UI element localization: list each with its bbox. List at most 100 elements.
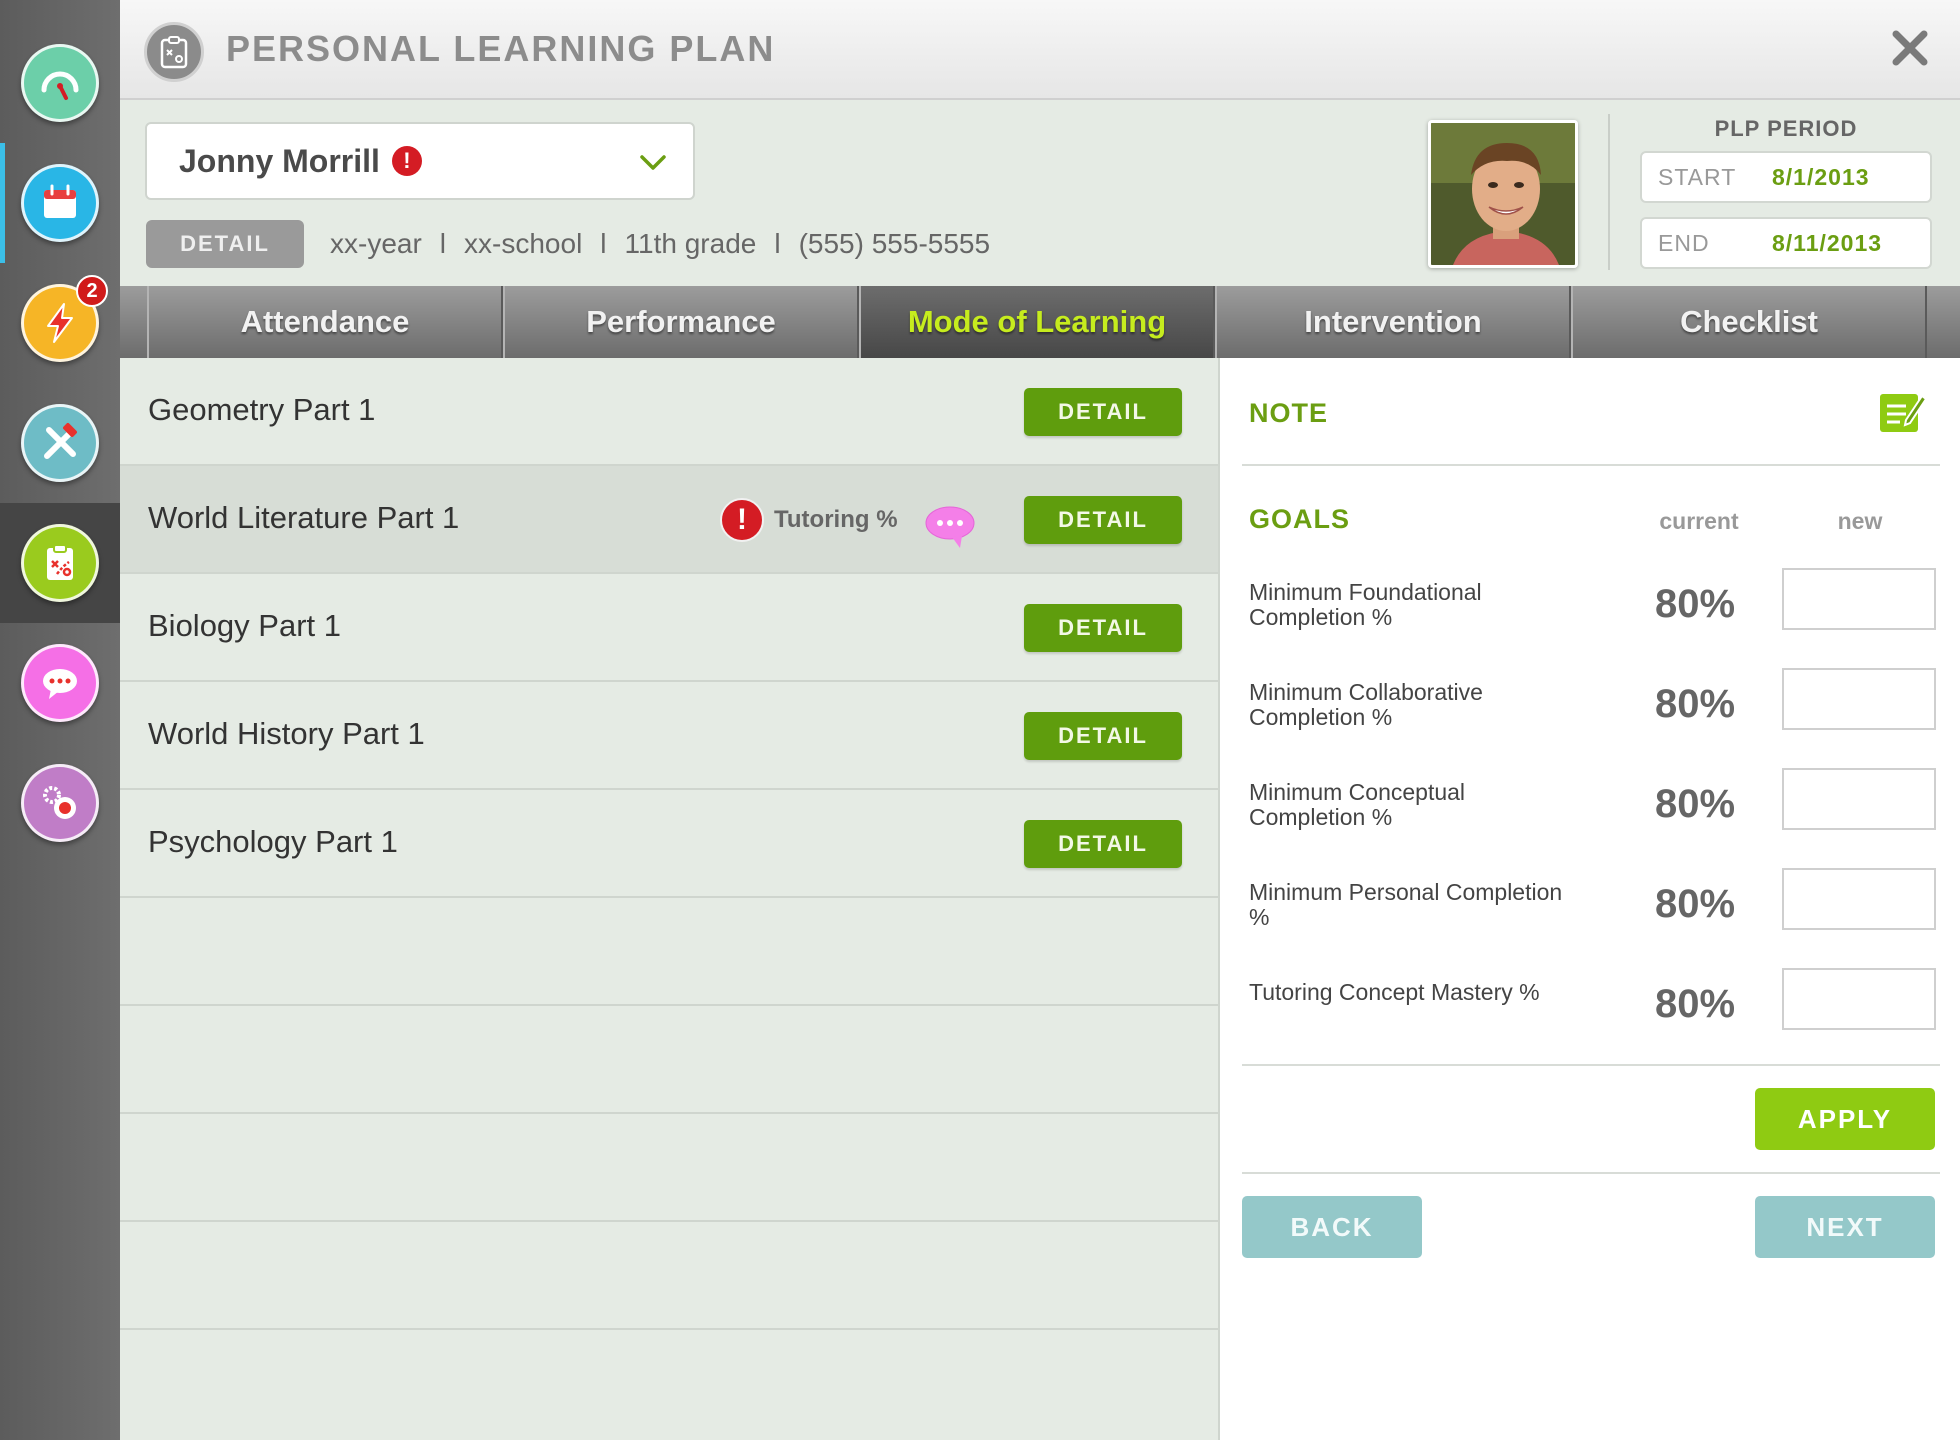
separator: l [600, 228, 607, 259]
note-title: NOTE [1249, 398, 1329, 428]
edit-note-icon[interactable] [1876, 386, 1928, 438]
end-date-value: 8/11/2013 [1772, 229, 1883, 256]
goal-row: Minimum Conceptual Completion % 80% [1220, 768, 1960, 874]
tab-performance[interactable]: Performance [503, 286, 859, 358]
goal-current-value: 80% [1654, 682, 1736, 726]
list-item: Psychology Part 1 DETAIL [120, 790, 1218, 898]
start-date-field[interactable]: START 8/1/2013 [1640, 151, 1932, 203]
goal-new-input[interactable] [1782, 768, 1936, 830]
tools-icon [21, 404, 99, 482]
empty-row [120, 898, 1218, 1006]
page-title: PERSONAL LEARNING PLAN [226, 28, 776, 69]
flag-text: Tutoring % [774, 506, 898, 533]
student-photo [1428, 120, 1578, 268]
student-grade: 11th grade [624, 228, 757, 259]
list-item: Geometry Part 1 DETAIL [120, 358, 1218, 466]
apply-button[interactable]: APPLY [1755, 1088, 1935, 1150]
goal-new-input[interactable] [1782, 968, 1936, 1030]
end-date-label: END [1658, 229, 1710, 256]
sidebar-item-calendar[interactable] [0, 143, 120, 263]
detail-button[interactable]: DETAIL [1024, 388, 1182, 436]
course-name: Biology Part 1 [148, 608, 341, 643]
goal-new-input[interactable] [1782, 568, 1936, 630]
empty-row [120, 1114, 1218, 1222]
list-item: World Literature Part 1 ! Tutoring % DET… [120, 466, 1218, 574]
detail-button[interactable]: DETAIL [1024, 496, 1182, 544]
start-date-value: 8/1/2013 [1772, 163, 1870, 190]
goal-row: Minimum Collaborative Completion % 80% [1220, 668, 1960, 774]
clipboard-icon [21, 524, 99, 602]
goal-current-value: 80% [1654, 882, 1736, 926]
chevron-down-icon [640, 155, 666, 170]
next-button[interactable]: NEXT [1755, 1196, 1935, 1258]
list-item: World History Part 1 DETAIL [120, 682, 1218, 790]
sidebar-item-dashboard[interactable] [0, 23, 120, 143]
calendar-icon [21, 164, 99, 242]
goal-current-value: 80% [1654, 582, 1736, 626]
course-name: Geometry Part 1 [148, 392, 376, 427]
chat-icon[interactable] [924, 504, 976, 548]
goal-label: Minimum Foundational Completion % [1249, 579, 1482, 630]
divider [1242, 1064, 1940, 1066]
course-name: Psychology Part 1 [148, 824, 398, 859]
current-column-header: current [1659, 508, 1739, 534]
detail-button[interactable]: DETAIL [1024, 712, 1182, 760]
list-item: Biology Part 1 DETAIL [120, 574, 1218, 682]
new-column-header: new [1837, 508, 1883, 534]
tab-bar: Attendance Performance Mode of Learning … [120, 286, 1960, 358]
student-school: xx-school [464, 228, 583, 259]
separator: l [439, 228, 447, 259]
notification-badge: 2 [76, 275, 108, 307]
student-meta: xx-year l xx-school l 11th grade l (555) 555-5… [330, 228, 990, 260]
divider [1608, 114, 1610, 270]
goal-label: Tutoring Concept Mastery % [1249, 979, 1540, 1005]
sidebar-item-tools[interactable] [0, 383, 120, 503]
plp-period-title: PLP PERIOD [1714, 116, 1858, 141]
clipboard-icon [144, 22, 204, 82]
tab-mode-of-learning[interactable]: Mode of Learning [859, 286, 1215, 358]
alert-icon: ! [720, 498, 764, 542]
goal-label: Minimum Conceptual Completion % [1249, 779, 1466, 830]
student-detail-button[interactable]: DETAIL [146, 220, 304, 268]
back-button[interactable]: BACK [1242, 1196, 1422, 1258]
tab-checklist[interactable]: Checklist [1571, 286, 1927, 358]
goal-new-input[interactable] [1782, 668, 1936, 730]
goal-row: Tutoring Concept Mastery % 80% [1220, 968, 1960, 1074]
separator: l [774, 228, 781, 259]
sidebar-item-messages[interactable] [0, 623, 120, 743]
sidebar: 2 [0, 0, 120, 1440]
divider [1242, 464, 1940, 466]
student-year: xx-year [330, 228, 422, 259]
goal-label: Minimum Collaborative Completion % [1249, 679, 1483, 730]
gear-icon [21, 764, 99, 842]
goal-current-value: 80% [1654, 982, 1736, 1026]
close-button[interactable] [1886, 24, 1934, 72]
sidebar-item-learning-plan[interactable] [0, 503, 120, 623]
header-bar: PERSONAL LEARNING PLAN [120, 0, 1960, 100]
chat-icon [21, 644, 99, 722]
end-date-field[interactable]: END 8/11/2013 [1640, 217, 1932, 269]
start-date-label: START [1658, 163, 1737, 190]
close-icon [1892, 30, 1928, 66]
sidebar-item-alerts[interactable]: 2 [0, 263, 120, 383]
goal-label: Minimum Personal Completion % [1249, 879, 1563, 930]
divider [1242, 1172, 1940, 1174]
tab-attendance[interactable]: Attendance [147, 286, 503, 358]
detail-button[interactable]: DETAIL [1024, 604, 1182, 652]
tab-intervention[interactable]: Intervention [1215, 286, 1571, 358]
course-name: World Literature Part 1 [148, 500, 460, 535]
goals-panel: NOTE GOALS current new Minimum Foundatio… [1220, 358, 1960, 1440]
empty-row [120, 1222, 1218, 1330]
goal-new-input[interactable] [1782, 868, 1936, 930]
gauge-icon [21, 44, 99, 122]
sidebar-item-settings[interactable] [0, 743, 120, 863]
goal-row: Minimum Personal Completion % 80% [1220, 868, 1960, 974]
student-dropdown[interactable]: Jonny Morrill ! [145, 122, 695, 200]
student-name: Jonny Morrill [179, 142, 380, 179]
goals-title: GOALS [1249, 504, 1351, 534]
alert-icon: ! [391, 146, 422, 176]
course-list: Geometry Part 1 DETAIL World Literature … [120, 358, 1218, 1440]
empty-row [120, 1006, 1218, 1114]
detail-button[interactable]: DETAIL [1024, 820, 1182, 868]
course-name: World History Part 1 [148, 716, 425, 751]
